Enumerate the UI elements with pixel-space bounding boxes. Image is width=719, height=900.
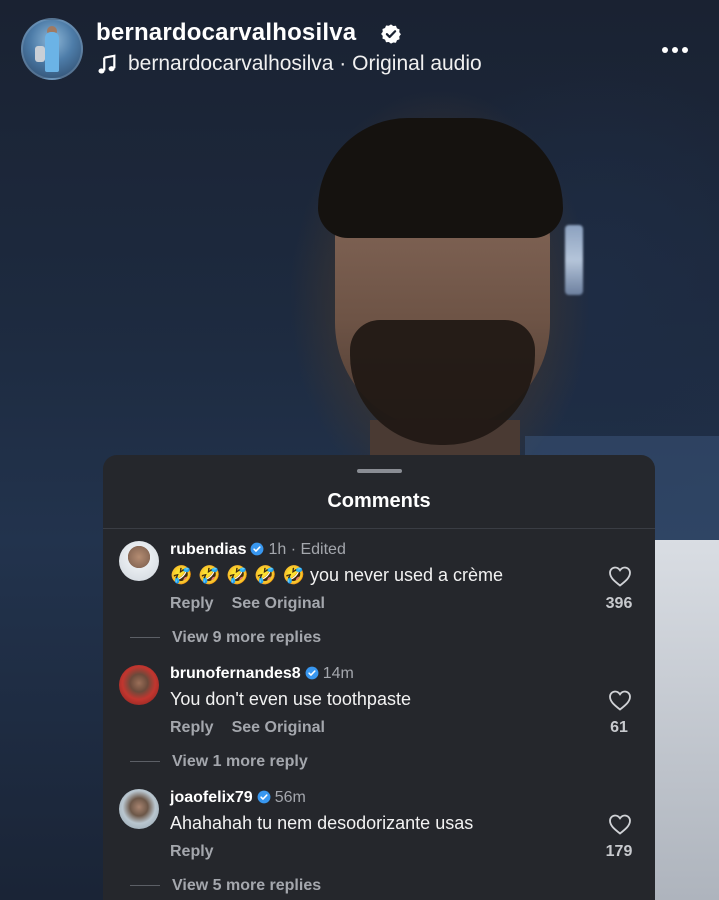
verified-badge-icon — [305, 666, 319, 680]
heart-icon[interactable] — [608, 813, 632, 835]
verified-badge-icon — [257, 790, 271, 804]
more-options-icon[interactable] — [662, 40, 694, 53]
profile-avatar[interactable] — [21, 18, 83, 80]
verified-badge-icon — [381, 24, 401, 44]
like-count: 179 — [605, 843, 633, 860]
audio-owner: bernardocarvalhosilva — [128, 52, 334, 75]
view-more-replies[interactable]: View 9 more replies — [130, 629, 322, 647]
view-more-replies-label: View 9 more replies — [172, 629, 322, 646]
reply-button[interactable]: Reply — [170, 843, 214, 860]
sheet-title: Comments — [327, 490, 431, 512]
reply-button[interactable]: Reply — [170, 595, 214, 612]
heart-icon[interactable] — [608, 565, 632, 587]
audio-separator: · — [333, 52, 353, 75]
video-subject-hair — [318, 118, 563, 238]
like-count: 396 — [605, 595, 633, 612]
audio-label: Original audio — [352, 52, 482, 75]
comment-time: 14m — [322, 665, 354, 682]
reel-header: bernardocarvalhosilva bernardocarvalhosi… — [0, 0, 719, 100]
comment-time: 56m — [274, 789, 306, 806]
see-original-button[interactable]: See Original — [232, 595, 325, 612]
background-light — [565, 225, 583, 295]
view-more-replies-label: View 1 more reply — [172, 753, 308, 770]
comment-body: Ahahahah tu nem desodorizante usas — [170, 813, 474, 833]
commenter-username[interactable]: rubendias — [170, 541, 246, 558]
comment-body: you never used a crème — [304, 565, 504, 585]
comment-text: 🤣 🤣 🤣 🤣 🤣 you never used a crème — [170, 565, 503, 586]
like-count: 61 — [610, 719, 628, 736]
see-original-button[interactable]: See Original — [232, 719, 325, 736]
comment-emojis: 🤣 🤣 🤣 🤣 🤣 — [170, 565, 305, 586]
commenter-avatar[interactable] — [119, 789, 159, 829]
commenter-username[interactable]: brunofernandes8 — [170, 665, 301, 682]
audio-info[interactable]: bernardocarvalhosilva · Original audio — [128, 52, 482, 76]
view-more-replies[interactable]: View 5 more replies — [130, 877, 322, 895]
comment-time: 1h · Edited — [268, 541, 346, 558]
commenter-avatar[interactable] — [119, 541, 159, 581]
heart-icon[interactable] — [608, 689, 632, 711]
view-more-replies[interactable]: View 1 more reply — [130, 753, 308, 771]
music-note-icon — [98, 54, 116, 74]
sheet-grabber[interactable] — [357, 469, 402, 473]
divider — [103, 528, 655, 529]
comment-body: You don't even use toothpaste — [170, 689, 411, 709]
verified-badge-icon — [251, 542, 264, 556]
profile-username[interactable]: bernardocarvalhosilva — [96, 19, 356, 47]
commenter-avatar[interactable] — [119, 665, 159, 705]
commenter-username[interactable]: joaofelix79 — [170, 789, 253, 806]
view-more-replies-label: View 5 more replies — [172, 877, 322, 894]
reply-button[interactable]: Reply — [170, 719, 214, 736]
comments-sheet: Comments rubendias 1h · Edited 🤣 🤣 🤣 🤣 🤣 … — [103, 455, 655, 900]
